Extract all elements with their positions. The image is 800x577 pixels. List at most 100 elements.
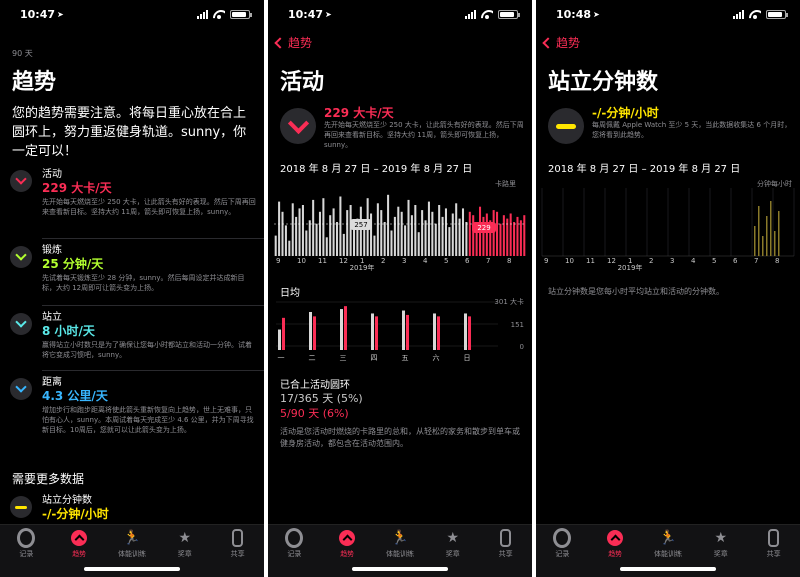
back-button[interactable]: 趋势 [542,34,580,51]
daily-bar-red [375,316,378,350]
closed-90: 5/90 天 (6%) [280,407,349,420]
activity-bar [523,215,526,256]
trend-item-exercise[interactable]: 锻炼 25 分钟/天 先试着每天锻炼至少 28 分钟，sunny。然后每周设定并… [10,244,264,293]
activity-bar [332,208,335,256]
trend-name: 活动 [42,169,62,180]
stand-minutes-bar [754,226,756,256]
tab-sharing[interactable]: 共享 [749,529,799,577]
trends-screen: 10:47 ➤ 90 天 趋势 您的趋势需要注意。将每日重心放在合上圆环上，努力重… [0,0,264,577]
activity-bar [322,198,325,256]
activity-bar [342,233,345,256]
page-title: 站立分钟数 [548,70,659,95]
stand-minutes-bar [766,216,768,256]
activity-bar [448,227,451,256]
month-tick-label: 5 [712,257,716,265]
signal-icon [465,9,476,19]
trend-item-stand-minutes[interactable]: 站立分钟数 -/-分钟/小时 [10,494,264,522]
month-tick-label: 8 [775,257,779,265]
tab-label: 共享 [766,550,781,558]
more-data-heading: 需要更多数据 [12,472,85,486]
screens: 10:47 ➤ 90 天 趋势 您的趋势需要注意。将每日重心放在合上圆环上，努力重… [0,0,800,577]
activity-bar [380,210,383,256]
tab-record[interactable]: 记录 [537,529,587,577]
arrow-down-icon [10,313,32,335]
trend-item-stand[interactable]: 站立 8 小时/天 赢得站立小时数只是为了确保让您每小时都站立和活动一分钟。试着… [10,311,264,360]
trend-value: 229 大卡/天 [324,106,394,120]
trend-item-activity[interactable]: 活动 229 大卡/天 先开始每天燃烧至少 250 大卡，让此箭头有好的表现。然… [10,168,264,217]
activity-bar [400,211,403,256]
share-icon [497,529,515,547]
weekday-label: 六 [433,353,440,362]
activity-bar [461,208,465,256]
month-tick-label: 8 [507,257,511,265]
activity-bar [308,220,311,256]
activity-bar [468,211,471,256]
daily-bar-red [406,314,409,350]
weekday-label: 四 [371,354,378,362]
weekday-label: 三 [340,354,347,362]
runner-icon: 🏃 [391,530,409,546]
stand-minutes-bar [762,236,764,256]
tab-label: 体能训练 [385,550,414,558]
weekday-label: 五 [402,354,409,362]
month-tick-label: 5 [444,257,448,265]
activity-bar [383,222,386,256]
tick-label: 151 [511,321,524,329]
runner-icon: 🏃 [659,530,677,546]
trend-desc: 先开始每天燃烧至少 250 大卡，让此箭头有好的表现。然后下周再回来查看新目标。… [324,121,524,149]
tab-sharing[interactable]: 共享 [213,529,263,577]
activity-bar [519,220,522,256]
daily-bar-gray [433,313,436,350]
weekday-label: 一 [278,354,285,362]
month-tick-label: 12 [339,257,348,265]
avg-gray-label: 257 [354,221,367,229]
activity-bar [339,196,342,256]
month-tick-label: 10 [565,257,574,265]
activity-bar [291,203,294,256]
divider [42,238,264,239]
runner-icon: 🏃 [123,530,141,546]
activity-bar [451,213,454,256]
activity-bar [404,225,407,256]
trend-item-distance[interactable]: 距离 4.3 公里/天 增加步行和跑步距离将使此箭头重新恢复向上趋势，世上无难事… [10,376,264,435]
trend-value: 8 小时/天 [42,324,95,338]
tab-record[interactable]: 记录 [269,529,319,577]
activity-bar [496,211,499,256]
award-star-icon: ★ [446,530,460,546]
activity-bar [472,215,475,256]
arrow-down-icon [10,170,32,192]
activity-bar [397,206,400,256]
wifi-icon [481,10,493,19]
activity-bar [485,213,488,256]
page-title: 趋势 [12,70,57,95]
weekday-label: 日 [464,354,471,362]
daily-bar-red [313,316,316,350]
activity-bar [434,223,437,256]
daily-bar-red [437,316,440,350]
tab-label: 趋势 [72,550,87,558]
home-indicator[interactable] [620,567,716,571]
activity-bar [509,213,512,256]
month-tick-label: 9 [276,257,280,265]
activity-bar [318,211,321,256]
daily-bar-gray [402,310,405,350]
month-tick-label: 2 [649,257,653,265]
tab-label: 趋势 [340,550,355,558]
battery-icon [766,9,788,19]
closed-rings-title: 已合上活动圆环 [280,380,350,391]
activity-bar [390,230,393,256]
activity-bar [353,228,356,256]
home-indicator[interactable] [84,567,180,571]
chevron-left-icon [274,36,286,49]
activity-bar [513,222,516,256]
daily-bar-gray [309,311,312,350]
tab-sharing[interactable]: 共享 [481,529,531,577]
daily-bar-gray [278,329,281,350]
tab-label: 奖章 [713,550,728,558]
tab-label: 体能训练 [117,550,146,558]
tab-record[interactable]: 记录 [1,529,51,577]
daily-bar-red [468,316,471,350]
back-button[interactable]: 趋势 [274,34,312,51]
home-indicator[interactable] [352,567,448,571]
activity-bar [298,208,301,256]
